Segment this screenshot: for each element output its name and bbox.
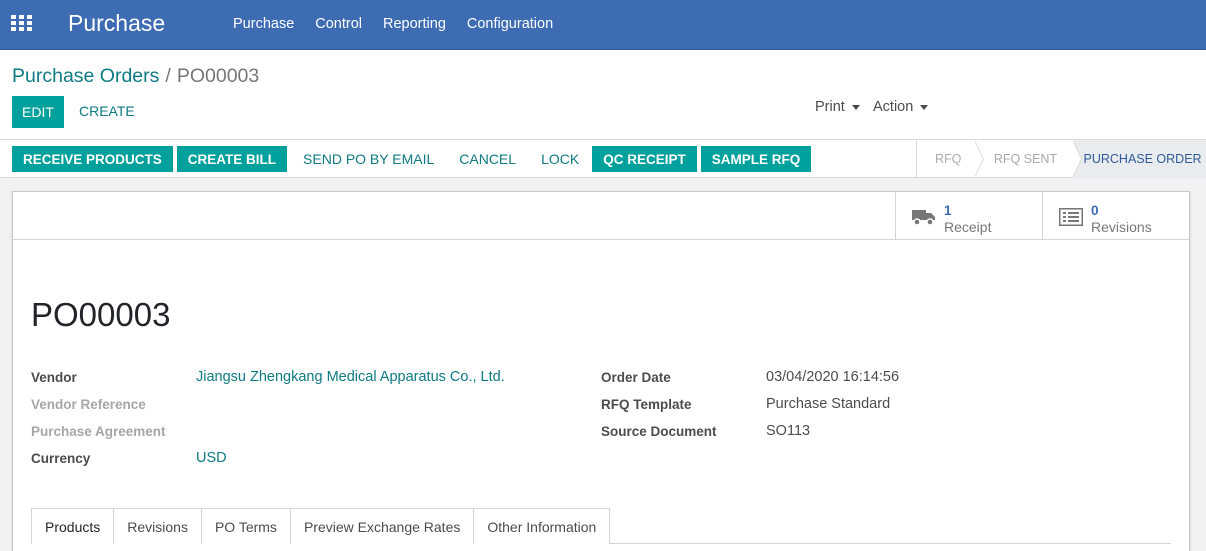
sample-rfq-button[interactable]: SAMPLE RFQ: [700, 146, 812, 172]
stage-rfq[interactable]: RFQ: [917, 140, 984, 178]
revisions-count: 0: [1091, 203, 1099, 218]
caret-down-icon: [920, 105, 929, 110]
caret-down-icon: [851, 105, 860, 110]
source-document-label: Source Document: [601, 424, 717, 439]
header-buttons: RECEIVE PRODUCTS CREATE BILL SEND PO BY …: [12, 146, 815, 172]
revisions-label: Revisions: [1091, 219, 1152, 235]
breadcrumb-purchase-orders[interactable]: Purchase Orders: [12, 65, 159, 87]
tab-products[interactable]: Products: [31, 508, 115, 545]
menu-item-purchase[interactable]: Purchase: [233, 16, 294, 32]
create-bill-button[interactable]: CREATE BILL: [176, 146, 288, 172]
action-dropdown[interactable]: Action: [873, 99, 929, 115]
stage-rfq-sent-label: RFQ SENT: [993, 152, 1058, 166]
receive-products-button[interactable]: RECEIVE PRODUCTS: [12, 146, 173, 172]
notebook-tabs: Products Revisions PO Terms Preview Exch…: [31, 508, 1171, 545]
chevron-right-icon: [1071, 140, 1082, 178]
stage-pipeline: RFQ RFQ SENT PURCHASE ORDER: [916, 140, 1206, 178]
rfq-template-label: RFQ Template: [601, 397, 692, 412]
revisions-smart-button[interactable]: 0 Revisions: [1042, 192, 1189, 239]
breadcrumb-current: PO00003: [176, 65, 260, 87]
app-title[interactable]: Purchase: [68, 10, 165, 37]
chevron-right-icon: [973, 140, 984, 178]
currency-field[interactable]: USD: [196, 450, 227, 466]
vendor-label: Vendor: [31, 370, 77, 385]
tab-po-terms[interactable]: PO Terms: [200, 508, 291, 544]
stage-rfq-label: RFQ: [935, 152, 962, 166]
smart-button-box: 1 Receipt 0 Revisions: [13, 192, 1189, 240]
vendor-reference-label: Vendor Reference: [31, 397, 146, 412]
purchase-agreement-label: Purchase Agreement: [31, 424, 166, 439]
action-dropdown-label: Action: [873, 99, 914, 115]
receipt-smart-button[interactable]: 1 Receipt: [895, 192, 1042, 239]
edit-button[interactable]: EDIT: [12, 96, 64, 128]
tab-other-information[interactable]: Other Information: [473, 508, 611, 544]
order-date-field[interactable]: 03/04/2020 16:14:56: [766, 369, 899, 385]
main-menu: Purchase Control Reporting Configuration: [233, 16, 574, 32]
document-title: PO00003: [31, 296, 171, 333]
stage-purchase-order-label: PURCHASE ORDER: [1083, 152, 1202, 166]
apps-grid-icon[interactable]: [11, 15, 32, 31]
currency-label: Currency: [31, 451, 91, 466]
breadcrumb: Purchase Orders / PO00003: [12, 65, 259, 88]
print-dropdown[interactable]: Print: [815, 99, 860, 115]
source-document-field[interactable]: SO113: [766, 423, 810, 439]
tab-revisions[interactable]: Revisions: [113, 508, 202, 544]
menu-item-reporting[interactable]: Reporting: [383, 16, 446, 32]
lock-button[interactable]: LOCK: [529, 146, 591, 172]
print-dropdown-label: Print: [815, 99, 845, 115]
rfq-template-field[interactable]: Purchase Standard: [766, 396, 890, 412]
create-button[interactable]: CREATE: [79, 103, 135, 119]
cancel-button[interactable]: CANCEL: [447, 146, 528, 172]
vendor-field[interactable]: Jiangsu Zhengkang Medical Apparatus Co.,…: [196, 369, 505, 385]
qc-receipt-button[interactable]: QC RECEIPT: [592, 146, 697, 172]
menu-item-control[interactable]: Control: [315, 16, 362, 32]
truck-icon: [912, 208, 936, 231]
receipt-count: 1: [944, 203, 952, 218]
status-bar: RECEIVE PRODUCTS CREATE BILL SEND PO BY …: [0, 139, 1206, 178]
tab-preview-exchange-rates[interactable]: Preview Exchange Rates: [289, 508, 475, 544]
order-date-label: Order Date: [601, 370, 671, 385]
menu-item-configuration[interactable]: Configuration: [467, 16, 553, 32]
stage-purchase-order[interactable]: PURCHASE ORDER: [1073, 140, 1206, 178]
top-navbar: Purchase Purchase Control Reporting Conf…: [0, 0, 1206, 50]
receipt-label: Receipt: [944, 219, 992, 235]
list-icon: [1059, 208, 1083, 231]
form-sheet: 1 Receipt 0 Revisions PO00003 Vendor Jia…: [12, 191, 1190, 551]
send-po-email-button[interactable]: SEND PO BY EMAIL: [291, 146, 446, 172]
stage-rfq-sent[interactable]: RFQ SENT: [976, 140, 1082, 178]
breadcrumb-separator: /: [165, 65, 171, 87]
